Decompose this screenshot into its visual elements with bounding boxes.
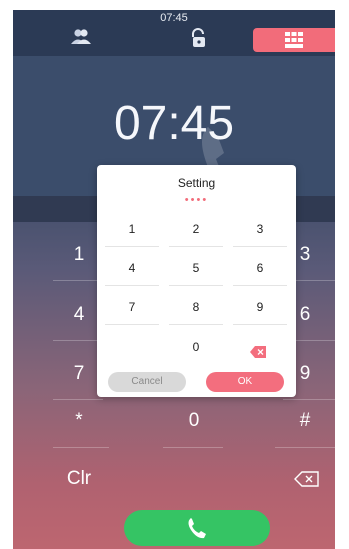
keypad-tab[interactable] xyxy=(253,28,335,52)
door-station-screen: 07:45 07:45 1 3 4 6 7 9 * 0 # Clr Settin… xyxy=(13,10,335,549)
bg-key-divider xyxy=(163,447,223,448)
dialog-key-6[interactable]: 6 xyxy=(240,261,280,275)
bg-key-divider xyxy=(53,340,103,341)
ok-button[interactable]: OK xyxy=(206,372,284,392)
status-time: 07:45 xyxy=(160,12,188,24)
pin-mask: •••• xyxy=(184,194,209,206)
unlock-icon[interactable] xyxy=(189,28,219,52)
dialog-key-2[interactable]: 2 xyxy=(176,222,216,236)
bg-key-divider xyxy=(53,399,103,400)
dialog-key-divider xyxy=(105,324,159,325)
clock-display: 07:45 xyxy=(113,97,235,150)
bg-key-divider xyxy=(53,447,109,448)
dialog-key-5[interactable]: 5 xyxy=(176,261,216,275)
dialog-key-1[interactable]: 1 xyxy=(112,222,152,236)
dialog-key-8[interactable]: 8 xyxy=(176,300,216,314)
dialog-key-divider xyxy=(105,285,159,286)
phone-icon xyxy=(188,518,206,539)
bg-key-divider xyxy=(275,447,335,448)
dialog-key-9[interactable]: 9 xyxy=(240,300,280,314)
dialog-key-divider xyxy=(233,324,287,325)
contacts-icon[interactable] xyxy=(69,28,99,52)
dialog-key-divider xyxy=(233,285,287,286)
clear-button[interactable]: Clr xyxy=(49,468,109,490)
dialog-key-4[interactable]: 4 xyxy=(112,261,152,275)
bg-key-0[interactable]: 0 xyxy=(164,410,224,432)
dialog-key-divider xyxy=(105,246,159,247)
bg-key-star[interactable]: * xyxy=(49,410,109,432)
dialog-key-7[interactable]: 7 xyxy=(112,300,152,314)
top-bar: 07:45 xyxy=(13,10,335,56)
dialog-key-divider xyxy=(169,285,223,286)
backspace-icon[interactable] xyxy=(294,470,320,488)
dialog-key-3[interactable]: 3 xyxy=(240,222,280,236)
dialog-key-divider xyxy=(169,324,223,325)
keypad-icon xyxy=(285,32,303,48)
dialog-key-0[interactable]: 0 xyxy=(176,340,216,354)
delete-icon[interactable] xyxy=(250,346,266,358)
dialog-key-divider xyxy=(233,246,287,247)
bg-key-hash[interactable]: # xyxy=(275,410,335,432)
bg-key-divider xyxy=(283,399,335,400)
setting-dialog: Setting •••• 1 2 3 4 5 6 7 8 9 0 Cancel … xyxy=(97,165,296,397)
dialog-key-divider xyxy=(169,246,223,247)
dialog-title: Setting xyxy=(177,176,216,190)
bg-key-divider xyxy=(53,280,103,281)
call-button[interactable] xyxy=(124,510,270,546)
cancel-button[interactable]: Cancel xyxy=(108,372,186,392)
